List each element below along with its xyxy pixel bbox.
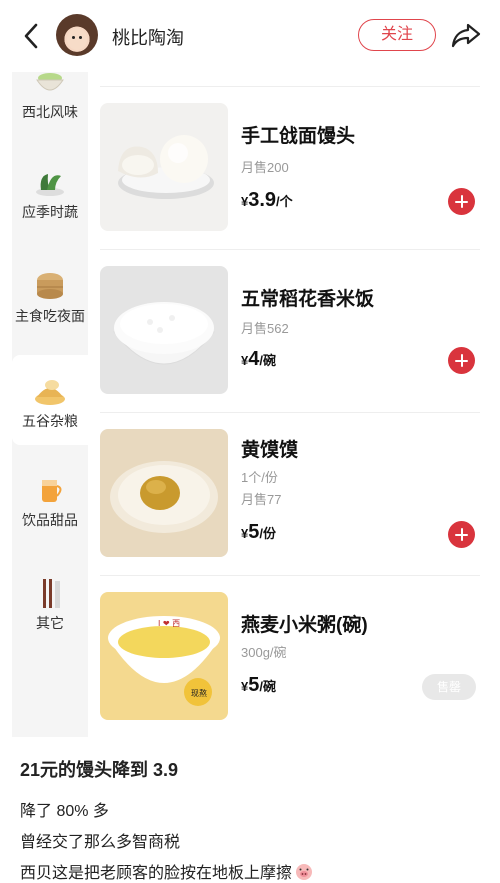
product-name: 黄馍馍 <box>241 440 299 461</box>
steamed-bun-image <box>100 103 228 231</box>
rice-bowl-image <box>100 266 228 394</box>
post-line-with-emoji: 西贝这是把老顾客的脸按在地板上摩擦 <box>20 859 314 883</box>
yellow-bun-image <box>100 429 228 557</box>
username[interactable]: 桃比陶淘 <box>112 24 184 50</box>
monthly-sales: 月售562 <box>241 321 289 336</box>
sidebar-item-label: 饮品甜品 <box>22 512 78 528</box>
product-price: ¥3.9/个 <box>241 189 293 211</box>
sidebar-item-label: 其它 <box>36 615 64 631</box>
monthly-sales: 月售200 <box>241 160 289 175</box>
drink-icon <box>42 480 62 502</box>
chopsticks-icon <box>43 579 60 608</box>
portion-size: 1个/份 <box>241 470 278 485</box>
category-sidebar: 西北风味 应季时蔬 主食吃夜面 五谷杂粮 饮品甜品 其它 <box>12 72 88 737</box>
sidebar-item-xibei[interactable]: 西北风味 <box>12 72 88 142</box>
sidebar-item-label: 主食吃夜面 <box>15 308 85 324</box>
product-item-rice[interactable]: 五常稻花香米饭 月售562 ¥4/碗 <box>100 266 480 396</box>
product-name: 五常稻花香米饭 <box>241 289 375 310</box>
divider <box>100 575 480 576</box>
divider <box>100 249 480 250</box>
shop-header: 桃比陶淘 关注 <box>0 0 500 72</box>
product-item-mantou[interactable]: 手工戗面馒头 月售200 ¥3.9/个 <box>100 103 480 233</box>
soup-bowl-icon <box>36 73 64 91</box>
share-icon[interactable] <box>450 20 482 50</box>
product-item-huangmomo[interactable]: 黄馍馍 1个/份 月售77 ¥5/份 <box>100 429 480 559</box>
divider <box>100 86 480 87</box>
bowl-brand-text: I ❤ 西 <box>158 619 180 628</box>
grain-icon <box>35 380 65 405</box>
sidebar-item-label: 西北风味 <box>22 104 78 120</box>
sidebar-item-label: 应季时蔬 <box>22 204 78 220</box>
product-name: 手工戗面馒头 <box>241 126 356 147</box>
post-line: 曾经交了那么多智商税 <box>20 834 181 851</box>
product-price: ¥5/份 <box>241 521 276 543</box>
monthly-sales: 月售77 <box>241 492 282 507</box>
divider <box>100 412 480 413</box>
post-title: 21元的馒头降到 3.9 <box>20 760 179 780</box>
sidebar-item-label: 五谷杂粮 <box>22 413 78 429</box>
add-to-cart-button[interactable] <box>448 521 475 548</box>
sidebar-item-drinks[interactable]: 饮品甜品 <box>12 472 88 542</box>
product-item-porridge[interactable]: I ❤ 西 现熬 燕麦小米粥(碗) 300g/碗 ¥5/碗 售罄 <box>100 592 480 722</box>
sidebar-item-others[interactable]: 其它 <box>12 577 88 647</box>
portion-size: 300g/碗 <box>241 645 287 660</box>
bowl-badge-text: 现熬 <box>191 688 207 698</box>
steamer-icon <box>37 273 63 299</box>
product-price: ¥5/碗 <box>241 674 276 696</box>
product-price: ¥4/碗 <box>241 348 276 370</box>
add-to-cart-button[interactable] <box>448 347 475 374</box>
sold-out-badge: 售罄 <box>422 674 476 700</box>
vegetable-icon <box>36 174 64 196</box>
follow-button[interactable]: 关注 <box>358 19 436 51</box>
pig-face-emoji-icon <box>296 864 313 880</box>
avatar[interactable] <box>56 14 98 56</box>
back-icon[interactable] <box>18 20 46 52</box>
post-line: 降了 80% 多 <box>20 803 109 820</box>
sidebar-item-staples[interactable]: 主食吃夜面 <box>12 266 88 336</box>
sidebar-item-grains[interactable]: 五谷杂粮 <box>12 355 88 445</box>
millet-porridge-image: I ❤ 西 现熬 <box>100 592 228 720</box>
sidebar-item-vegetables[interactable]: 应季时蔬 <box>12 164 88 234</box>
add-to-cart-button[interactable] <box>448 188 475 215</box>
product-name: 燕麦小米粥(碗) <box>241 615 368 636</box>
